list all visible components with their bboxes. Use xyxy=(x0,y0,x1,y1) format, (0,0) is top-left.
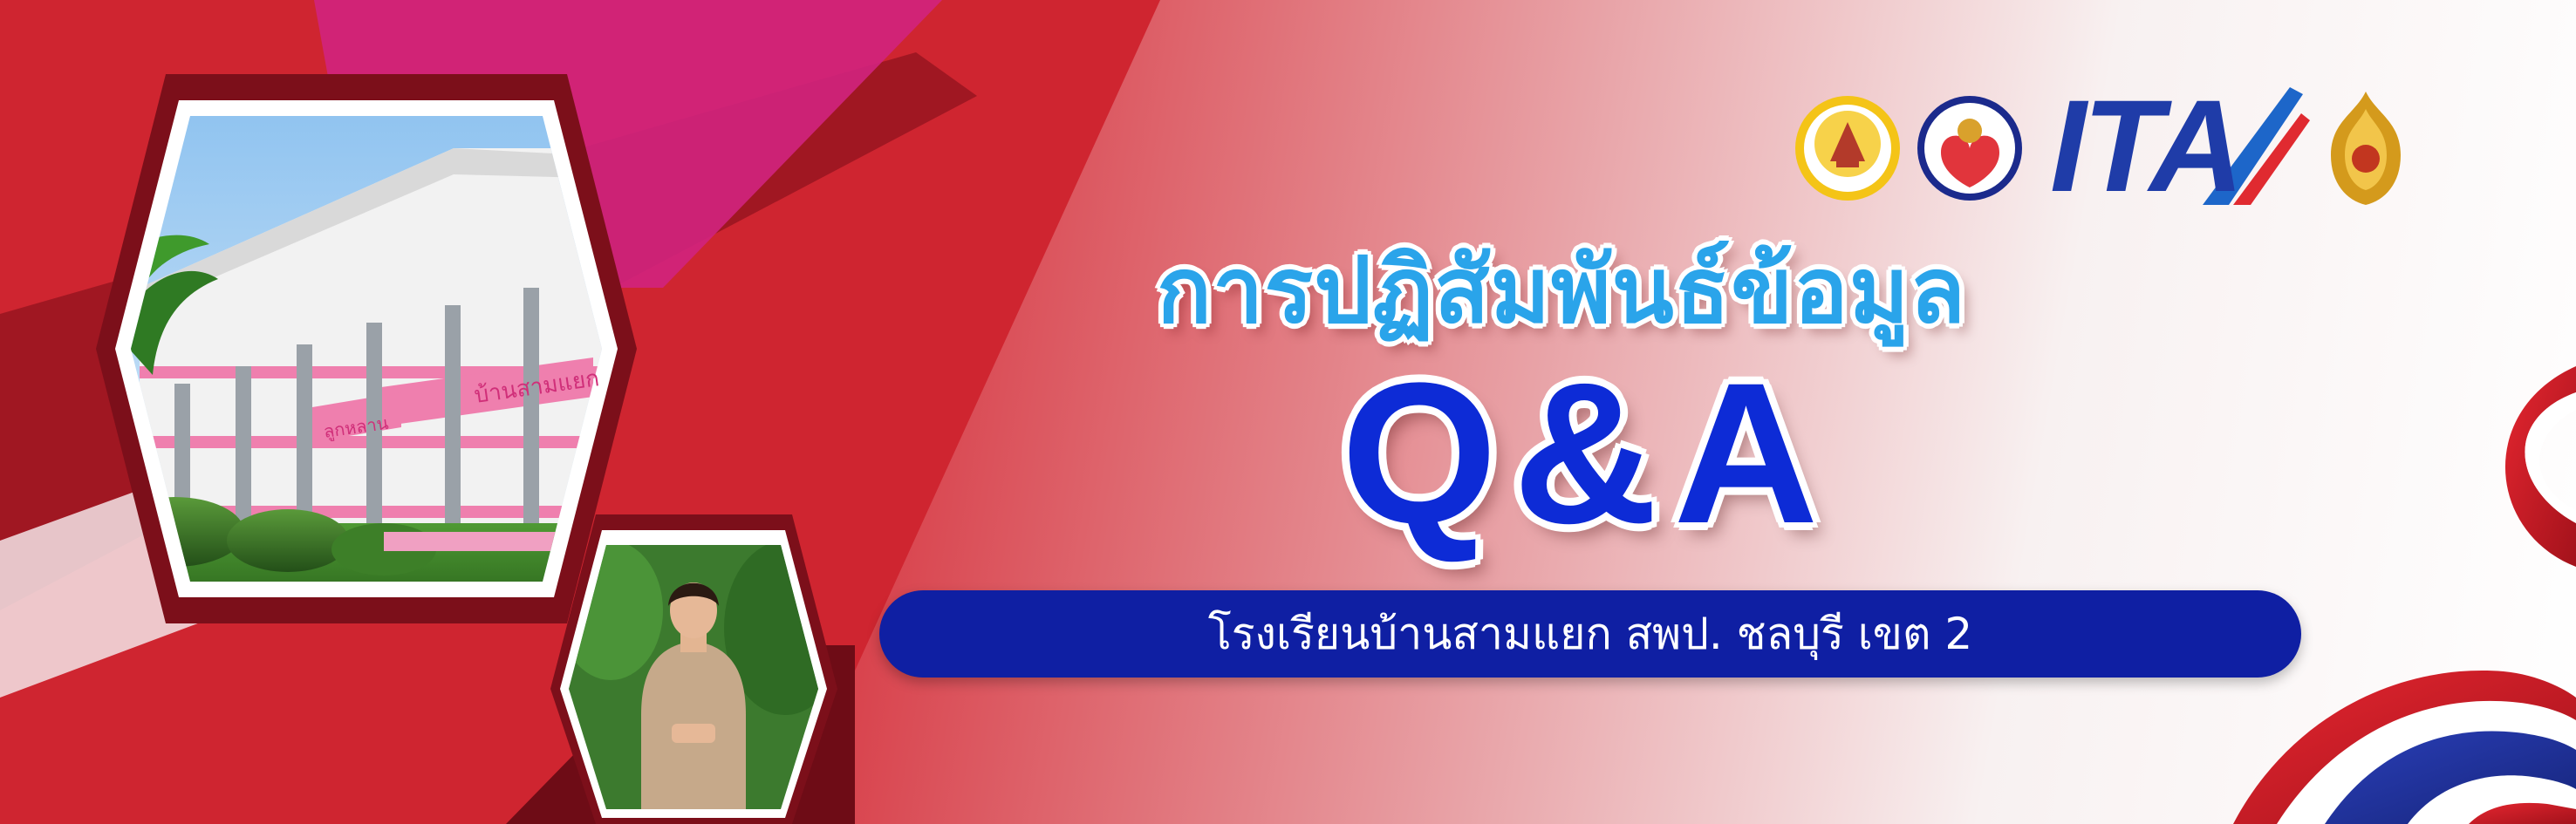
title-qa: Q&A xyxy=(1341,341,1835,565)
thai-royal-emblem-icon xyxy=(2331,92,2401,205)
school-building-photo xyxy=(131,116,602,582)
thai-flag-ribbon xyxy=(2233,366,2576,824)
school-name-bar: โรงเรียนบ้านสามแยก สพป. ชลบุรี เขต 2 xyxy=(879,590,2301,678)
banner: บ้านสามแยก ลูกหลาน ITA การปฏิสัมพันธ์ข้อ… xyxy=(0,0,2576,824)
school-name: โรงเรียนบ้านสามแยก สพป. ชลบุรี เขต 2 xyxy=(1207,608,1973,659)
ita-logo-text: ITA xyxy=(2050,80,2312,211)
obec-office-emblem-icon xyxy=(1917,96,2022,201)
school-seal-icon xyxy=(1795,96,1900,201)
ita-logo-label: ITA xyxy=(2050,72,2244,219)
